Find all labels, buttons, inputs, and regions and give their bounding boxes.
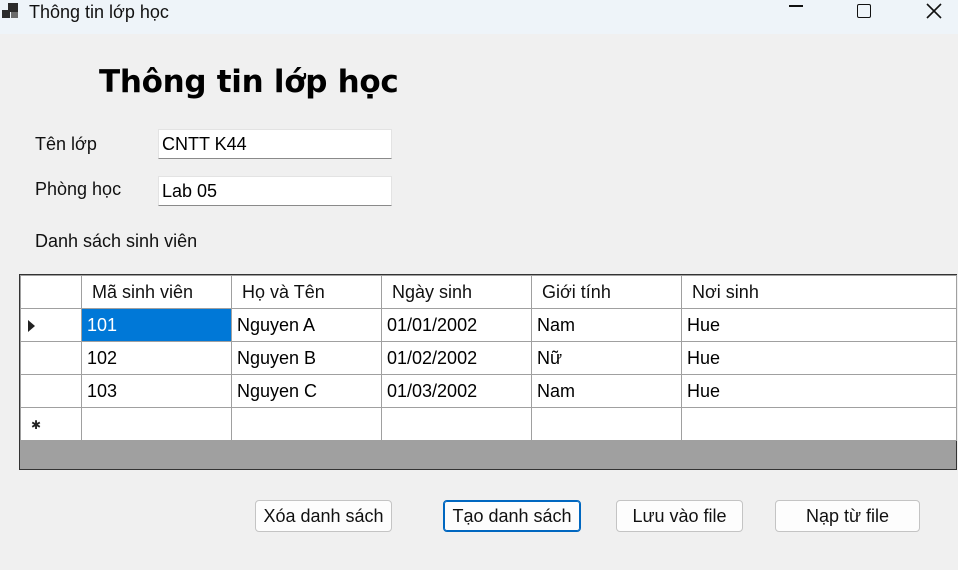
row-header-corner[interactable] <box>20 275 82 309</box>
column-header-birth-date[interactable]: Ngày sinh <box>381 275 532 309</box>
table-cell-full-name[interactable]: Nguyen B <box>231 341 382 375</box>
student-grid[interactable]: Mã sinh viên Họ và Tên Ngày sinh Giới tí… <box>19 274 957 470</box>
page-title: Thông tin lớp học <box>99 64 399 100</box>
room-input[interactable] <box>158 176 392 206</box>
table-cell-student-id[interactable] <box>81 407 232 441</box>
table-cell-student-id[interactable]: 102 <box>81 341 232 375</box>
table-cell-gender[interactable]: Nam <box>531 308 682 342</box>
table-cell-gender[interactable] <box>531 407 682 441</box>
create-list-button[interactable]: Tạo danh sách <box>443 500 581 532</box>
table-row[interactable]: 103 Nguyen C 01/03/2002 Nam Hue <box>20 374 957 408</box>
table-cell-birthplace[interactable]: Hue <box>681 374 957 408</box>
maximize-icon <box>857 4 871 18</box>
column-header-gender[interactable]: Giới tính <box>531 275 682 309</box>
table-cell-student-id[interactable]: 103 <box>81 374 232 408</box>
window-title: Thông tin lớp học <box>29 2 169 22</box>
column-header-full-name[interactable]: Họ và Tên <box>231 275 382 309</box>
column-header-birthplace[interactable]: Nơi sinh <box>681 275 957 309</box>
minimize-icon <box>789 5 803 7</box>
row-header[interactable] <box>20 374 82 408</box>
table-cell-student-id[interactable]: 101 <box>81 308 232 342</box>
clear-list-button[interactable]: Xóa danh sách <box>255 500 392 532</box>
column-header-student-id[interactable]: Mã sinh viên <box>81 275 232 309</box>
table-cell-birth-date[interactable] <box>381 407 532 441</box>
table-cell-gender[interactable]: Nữ <box>531 341 682 375</box>
maximize-button[interactable] <box>841 0 887 26</box>
save-to-file-button[interactable]: Lưu vào file <box>616 500 743 532</box>
table-cell-full-name[interactable]: Nguyen A <box>231 308 382 342</box>
table-cell-birthplace[interactable]: Hue <box>681 341 957 375</box>
table-cell-birth-date[interactable]: 01/01/2002 <box>381 308 532 342</box>
asterisk-icon: ✱ <box>31 418 42 432</box>
row-header[interactable]: ✱ <box>20 407 82 441</box>
table-cell-full-name[interactable]: Nguyen C <box>231 374 382 408</box>
app-icon[interactable] <box>2 3 20 19</box>
class-name-label: Tên lớp <box>35 134 97 154</box>
new-row[interactable]: ✱ <box>20 407 957 441</box>
header-row: Mã sinh viên Họ và Tên Ngày sinh Giới tí… <box>20 275 957 309</box>
room-label: Phòng học <box>35 179 122 199</box>
table-cell-birth-date[interactable]: 01/02/2002 <box>381 341 532 375</box>
title-bar: Thông tin lớp học <box>0 0 958 34</box>
table-cell-birth-date[interactable]: 01/03/2002 <box>381 374 532 408</box>
student-table: Mã sinh viên Họ và Tên Ngày sinh Giới tí… <box>20 275 957 441</box>
class-name-input[interactable] <box>158 129 392 159</box>
triangle-right-icon <box>28 320 35 332</box>
close-icon <box>926 3 942 19</box>
student-list-label: Danh sách sinh viên <box>35 231 198 251</box>
row-header[interactable] <box>20 308 82 342</box>
table-cell-gender[interactable]: Nam <box>531 374 682 408</box>
table-row[interactable]: 101 Nguyen A 01/01/2002 Nam Hue <box>20 308 957 342</box>
table-cell-birthplace[interactable]: Hue <box>681 308 957 342</box>
load-from-file-button[interactable]: Nạp từ file <box>775 500 920 532</box>
row-header[interactable] <box>20 341 82 375</box>
minimize-button[interactable] <box>773 0 819 26</box>
table-cell-full-name[interactable] <box>231 407 382 441</box>
close-button[interactable] <box>911 0 957 26</box>
table-cell-birthplace[interactable] <box>681 407 957 441</box>
table-row[interactable]: 102 Nguyen B 01/02/2002 Nữ Hue <box>20 341 957 375</box>
